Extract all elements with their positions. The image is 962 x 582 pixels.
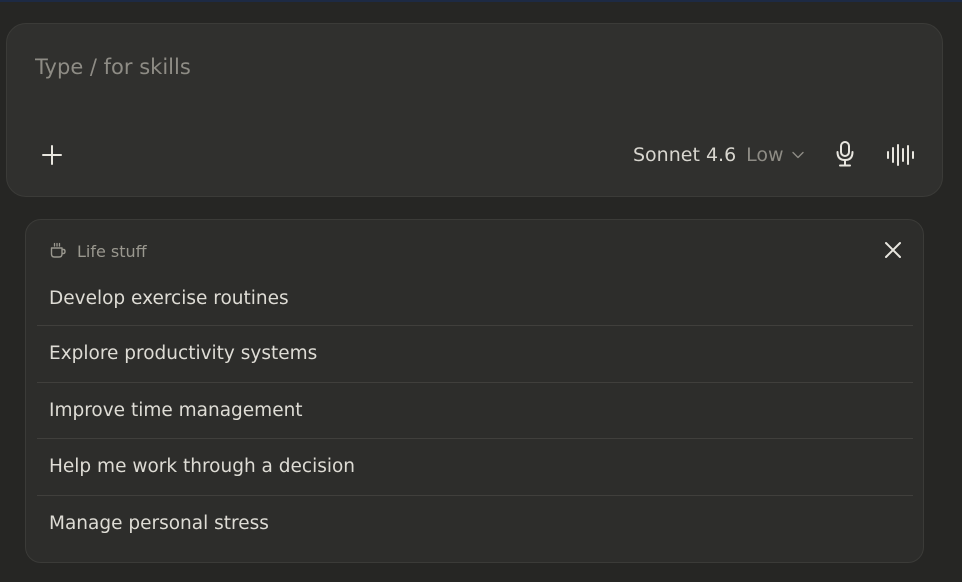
model-name: Sonnet 4.6 [633, 144, 737, 166]
suggestions-list: Develop exercise routines Explore produc… [37, 271, 913, 552]
chat-composer: Sonnet 4.6 Low [6, 23, 943, 197]
suggestions-title: Life stuff [77, 241, 147, 261]
close-icon [885, 242, 901, 258]
suggestions-panel: Life stuff Develop exercise routines Exp… [25, 219, 924, 563]
suggestion-item[interactable]: Develop exercise routines [37, 271, 913, 326]
microphone-button[interactable] [833, 139, 857, 169]
suggestion-item[interactable]: Improve time management [37, 383, 913, 439]
message-input[interactable] [35, 52, 595, 82]
chevron-down-icon [791, 151, 804, 159]
microphone-icon [836, 141, 854, 167]
close-suggestions-button[interactable] [881, 238, 905, 262]
model-selector[interactable]: Sonnet 4.6 Low [633, 139, 804, 171]
voice-waveform-icon [887, 144, 914, 166]
suggestion-item[interactable]: Help me work through a decision [37, 439, 913, 496]
plus-icon [42, 145, 62, 165]
suggestion-item[interactable]: Manage personal stress [37, 496, 913, 553]
suggestion-item[interactable]: Explore productivity systems [37, 326, 913, 383]
window-top-edge [0, 0, 962, 2]
voice-mode-button[interactable] [884, 139, 918, 171]
coffee-cup-icon [50, 242, 66, 258]
add-attachment-button[interactable] [37, 140, 67, 170]
effort-level: Low [746, 144, 784, 166]
suggestions-header: Life stuff [49, 240, 147, 262]
